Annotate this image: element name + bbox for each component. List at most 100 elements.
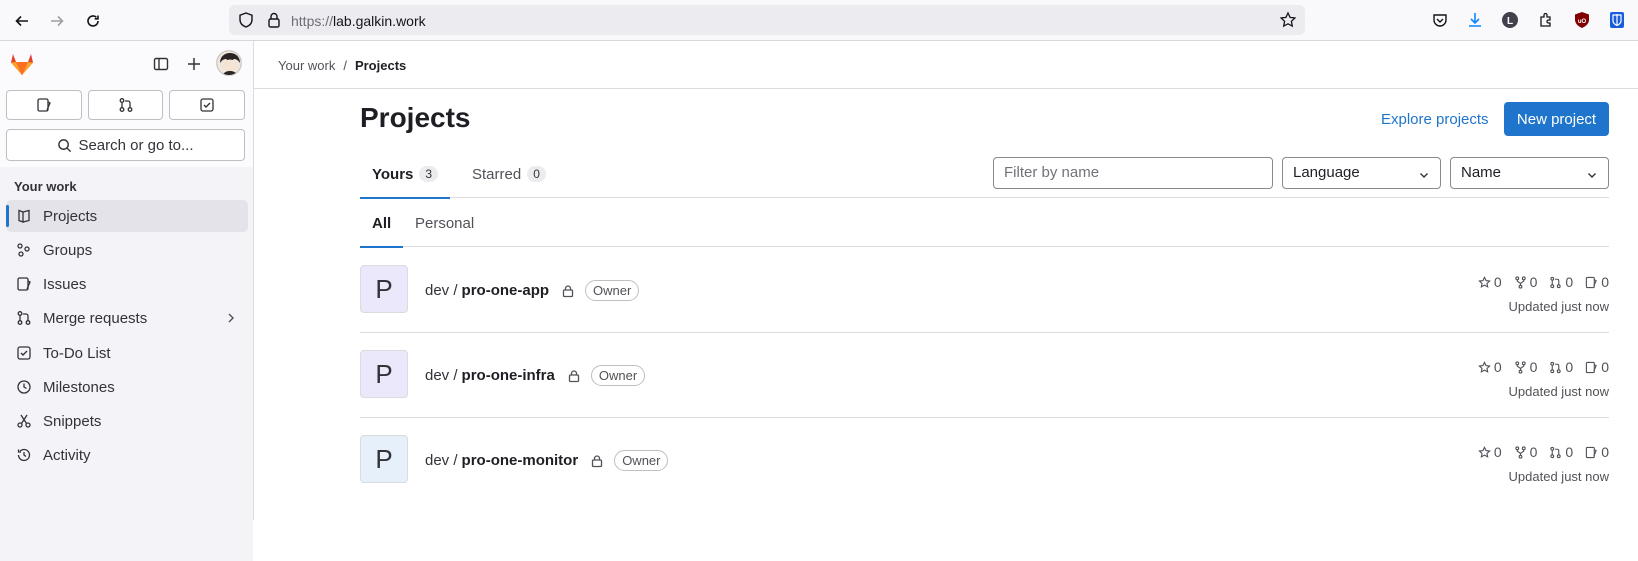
create-new-button[interactable] (183, 53, 205, 75)
sidebar: Search or go to... Your work Projects Gr… (0, 41, 254, 561)
sidebar-toggle-icon (153, 57, 169, 71)
tab-starred[interactable]: Starred 0 (464, 150, 554, 198)
history-icon (15, 446, 33, 464)
bitwarden-icon (1610, 12, 1624, 28)
breadcrumb-projects[interactable]: Projects (355, 58, 406, 73)
sidebar-item-label: Snippets (43, 412, 102, 430)
sidebar-item-todo-list[interactable]: To-Do List (6, 337, 248, 369)
new-project-button[interactable]: New project (1504, 102, 1609, 136)
stars-stat[interactable]: 0 (1477, 359, 1502, 375)
role-badge: Owner (585, 280, 640, 301)
forks-stat[interactable]: 0 (1514, 444, 1537, 460)
sidebar-item-merge-requests[interactable]: Merge requests (6, 302, 248, 334)
issues-stat[interactable]: 0 (1585, 274, 1609, 290)
fork-icon (1514, 360, 1526, 374)
address-bar[interactable]: https://lab.galkin.work (229, 5, 1305, 35)
forward-button[interactable] (44, 8, 70, 34)
project-name[interactable]: pro-one-infra (462, 367, 555, 384)
lock-icon (268, 12, 280, 28)
merge-request-icon (1550, 276, 1562, 288)
tab-yours[interactable]: Yours 3 (360, 150, 451, 199)
issues-icon (1586, 361, 1598, 373)
arrow-left-icon (15, 15, 28, 27)
extensions-button[interactable] (1535, 9, 1557, 31)
merge-request-icon (15, 309, 33, 327)
bitwarden-button[interactable] (1606, 9, 1628, 31)
reload-button[interactable] (80, 8, 106, 34)
merge-request-icon (1550, 361, 1562, 373)
todos-quick-button[interactable] (169, 90, 246, 120)
gitlab-logo[interactable] (8, 50, 36, 78)
project-avatar[interactable]: P (360, 265, 408, 313)
account-button[interactable]: L (1499, 9, 1521, 31)
project-name[interactable]: pro-one-monitor (462, 452, 579, 469)
tab-all[interactable]: All (360, 199, 404, 248)
fork-icon (1514, 275, 1526, 289)
lock-icon (592, 454, 603, 467)
downloads-button[interactable] (1464, 9, 1486, 31)
project-avatar[interactable]: P (360, 350, 408, 398)
stars-stat[interactable]: 0 (1477, 444, 1502, 460)
star-icon (1477, 360, 1491, 373)
explore-projects-link[interactable]: Explore projects (1381, 111, 1489, 128)
sidebar-item-snippets[interactable]: Snippets (6, 405, 248, 437)
search-label: Search or go to... (78, 136, 194, 154)
issues-icon (1586, 276, 1598, 288)
back-button[interactable] (9, 8, 35, 34)
breadcrumb-your-work[interactable]: Your work (278, 58, 335, 73)
lock-icon (568, 369, 580, 382)
issues-icon (15, 275, 33, 293)
issues-stat[interactable]: 0 (1585, 444, 1609, 460)
sidebar-item-activity[interactable]: Activity (6, 439, 248, 471)
assigned-issues-button[interactable] (6, 90, 82, 120)
language-select[interactable]: Language (1282, 157, 1441, 189)
tab-label: Yours (372, 165, 414, 183)
merge-requests-stat[interactable]: 0 (1549, 274, 1573, 290)
issues-icon (37, 98, 51, 112)
pocket-button[interactable] (1429, 9, 1451, 31)
sidebar-item-milestones[interactable]: Milestones (6, 371, 248, 403)
merge-requests-quick-button[interactable] (87, 90, 164, 120)
project-avatar[interactable]: P (360, 435, 408, 483)
updated-time: Updated just now (1508, 469, 1609, 484)
project-stats: 0 0 0 0 (1477, 274, 1609, 290)
plus-icon (188, 58, 200, 70)
tab-personal[interactable]: Personal (404, 199, 485, 247)
reload-icon (87, 15, 99, 27)
fork-icon (1514, 445, 1526, 459)
filter-by-name-input[interactable]: Filter by name (993, 157, 1273, 189)
project-title[interactable]: dev / pro-one-app Owner (425, 280, 640, 301)
project-row: P dev / pro-one-app Owner 0 0 0 0 Update… (360, 248, 1609, 333)
stars-stat[interactable]: 0 (1477, 274, 1502, 290)
breadcrumb-separator: / (343, 58, 347, 73)
star-icon (1477, 275, 1491, 288)
ublock-button[interactable]: uO (1571, 9, 1593, 31)
user-avatar[interactable] (216, 50, 242, 76)
project-name[interactable]: pro-one-app (462, 282, 550, 299)
sidebar-item-label: Groups (43, 241, 93, 259)
search-button[interactable]: Search or go to... (6, 129, 245, 161)
issues-stat[interactable]: 0 (1585, 359, 1609, 375)
project-title[interactable]: dev / pro-one-monitor Owner (425, 450, 669, 471)
sidebar-item-label: Merge requests (43, 309, 148, 327)
forks-stat[interactable]: 0 (1514, 359, 1537, 375)
url-text: https://lab.galkin.work (291, 13, 426, 29)
project-title[interactable]: dev / pro-one-infra Owner (425, 365, 646, 386)
merge-requests-stat[interactable]: 0 (1549, 359, 1573, 375)
top-bar: Your work / Projects (254, 41, 1638, 89)
role-badge: Owner (590, 365, 646, 386)
sidebar-item-issues[interactable]: Issues (6, 268, 248, 300)
collapse-sidebar-button[interactable] (150, 53, 172, 75)
forks-stat[interactable]: 0 (1514, 274, 1537, 290)
merge-requests-stat[interactable]: 0 (1549, 444, 1573, 460)
project-namespace: dev / (425, 282, 458, 299)
project-namespace: dev / (425, 367, 458, 384)
project-row: P dev / pro-one-infra Owner 0 0 0 0 Upda… (360, 333, 1609, 418)
sidebar-item-label: Issues (43, 275, 87, 293)
sidebar-item-projects[interactable]: Projects (6, 200, 248, 232)
arrow-right-icon (51, 15, 64, 27)
sort-select[interactable]: Name (1450, 157, 1609, 189)
project-stats: 0 0 0 0 (1477, 444, 1609, 460)
issues-icon (1586, 446, 1598, 458)
sidebar-item-groups[interactable]: Groups (6, 234, 248, 266)
